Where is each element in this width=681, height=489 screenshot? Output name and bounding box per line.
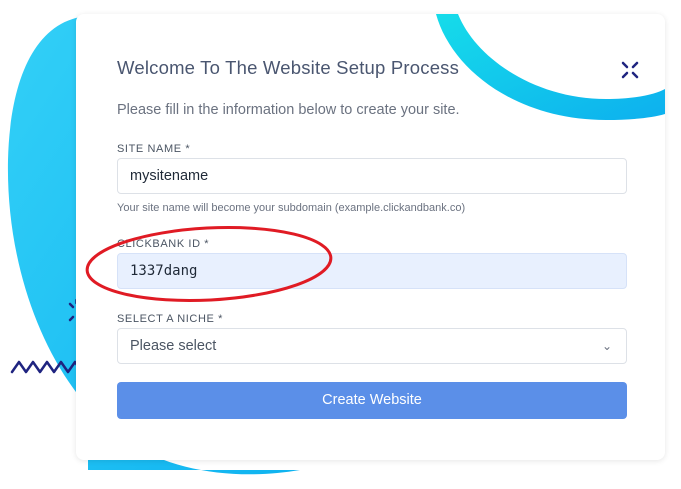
site-name-hint: Your site name will become your subdomai… bbox=[117, 202, 466, 214]
ring-shape bbox=[436, 14, 665, 120]
sparkle-icon-right bbox=[621, 61, 639, 79]
create-website-button[interactable]: Create Website bbox=[117, 382, 627, 419]
page-subtitle: Please fill in the information below to … bbox=[117, 102, 460, 118]
site-name-value: mysitename bbox=[130, 168, 209, 184]
clickbank-id-value: 1337dang bbox=[130, 263, 198, 279]
site-name-input[interactable]: mysitename bbox=[117, 158, 627, 194]
niche-label: SELECT A NICHE * bbox=[117, 313, 223, 325]
site-name-label: SITE NAME * bbox=[117, 143, 191, 155]
chevron-down-icon: ⌄ bbox=[601, 339, 612, 353]
niche-selected-value: Please select bbox=[130, 338, 217, 354]
setup-form-card: Welcome To The Website Setup Process Ple… bbox=[76, 14, 665, 460]
page-title: Welcome To The Website Setup Process bbox=[117, 57, 460, 78]
niche-select[interactable]: Please select ⌄ bbox=[117, 328, 627, 364]
clickbank-id-input[interactable]: 1337dang bbox=[117, 253, 627, 289]
clickbank-id-label: CLICKBANK ID * bbox=[117, 238, 210, 250]
